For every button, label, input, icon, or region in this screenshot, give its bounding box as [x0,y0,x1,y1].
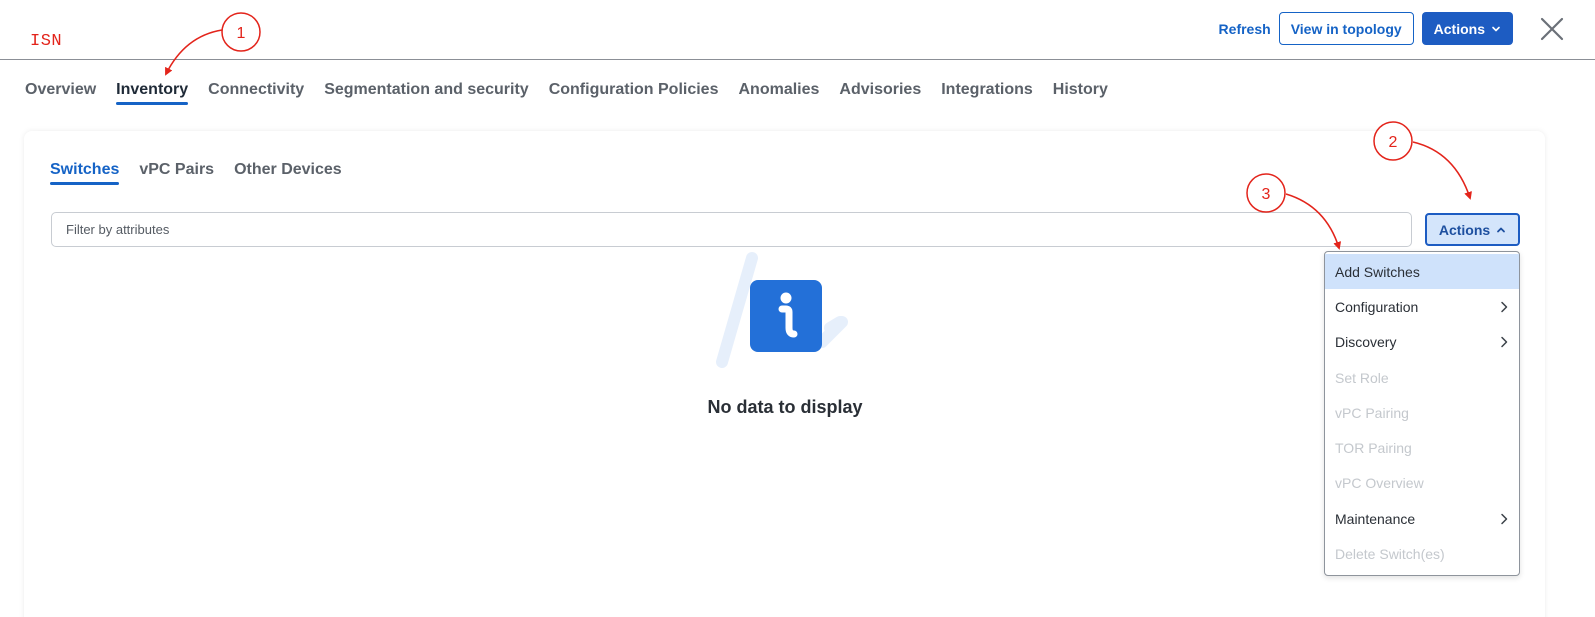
menu-item-label: Set Role [1335,369,1389,386]
tab-overview[interactable]: Overview [25,81,96,105]
tab-connectivity[interactable]: Connectivity [208,81,304,105]
menu-item-label: Delete Switch(es) [1335,546,1445,563]
tab-configuration-policies[interactable]: Configuration Policies [549,81,719,105]
tab-inventory[interactable]: Inventory [116,81,189,105]
chevron-up-icon [1497,227,1506,232]
filter-input[interactable] [51,212,1412,247]
header-actions-button[interactable]: Actions [1421,12,1513,45]
menu-item-label: vPC Pairing [1335,404,1409,421]
header-divider [0,59,1595,60]
view-in-topology-button[interactable]: View in topology [1278,12,1414,45]
menu-item-delete-switches: Delete Switch(es) [1325,536,1519,571]
tab-integrations[interactable]: Integrations [941,81,1033,105]
header-actions: Refresh View in topology Actions [1217,12,1567,45]
menu-item-label: Configuration [1335,298,1419,315]
menu-item-label: TOR Pairing [1335,440,1412,457]
inventory-actions-button[interactable]: Actions [1425,213,1520,246]
subtab-switches[interactable]: Switches [50,161,120,185]
header-actions-label: Actions [1433,20,1485,37]
actions-dropdown-menu: Add Switches Configuration Discovery Set… [1324,251,1520,576]
inventory-actions-label: Actions [1438,221,1491,238]
close-icon [1540,17,1564,40]
menu-item-set-role: Set Role [1325,360,1519,395]
menu-item-label: vPC Overview [1335,475,1424,492]
annotation-number: 1 [237,25,246,42]
menu-item-maintenance[interactable]: Maintenance [1325,501,1519,536]
menu-item-configuration[interactable]: Configuration [1325,289,1519,324]
info-icon [716,252,848,368]
chevron-down-icon [1492,26,1500,31]
annotation-1: 1 [165,12,261,76]
empty-state-message: No data to display [707,397,863,417]
tab-history[interactable]: History [1053,81,1108,105]
sub-tabs: Switches vPC Pairs Other Devices [50,161,342,185]
menu-item-vpc-overview: vPC Overview [1325,466,1519,501]
tab-segmentation-and-security[interactable]: Segmentation and security [324,81,529,105]
menu-item-label: Discovery [1335,334,1397,351]
menu-item-discovery[interactable]: Discovery [1325,325,1519,360]
chevron-right-icon [1501,336,1508,348]
menu-item-vpc-pairing: vPC Pairing [1325,395,1519,430]
chevron-right-icon [1501,301,1508,313]
menu-item-label: Add Switches [1335,263,1420,280]
subtab-vpc-pairs[interactable]: vPC Pairs [139,161,214,185]
main-tabs: Overview Inventory Connectivity Segmenta… [25,81,1108,105]
menu-item-add-switches[interactable]: Add Switches [1325,254,1519,290]
close-button[interactable] [1537,14,1567,44]
menu-item-label: Maintenance [1335,510,1416,527]
subtab-other-devices[interactable]: Other Devices [234,161,342,185]
tab-anomalies[interactable]: Anomalies [738,81,819,105]
page-title: ISN [30,32,63,51]
chevron-right-icon [1501,513,1508,524]
refresh-button[interactable]: Refresh [1217,21,1273,37]
menu-item-tor-pairing: TOR Pairing [1325,430,1519,465]
tab-advisories[interactable]: Advisories [839,81,921,105]
annotation-arrow [165,29,223,76]
